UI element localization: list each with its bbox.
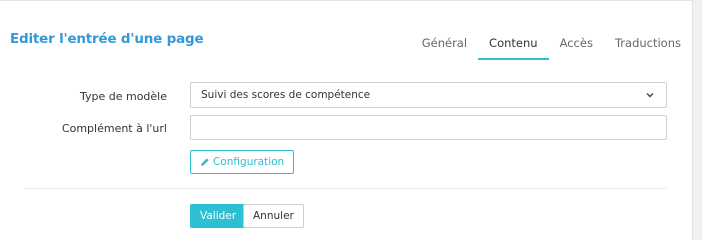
submit-button[interactable]: Valider	[190, 204, 247, 228]
configuration-button-label: Configuration	[213, 156, 285, 168]
content-form: Type de modèle Suivi des scores de compé…	[0, 1, 692, 240]
template-type-select[interactable]: Suivi des scores de compétence	[190, 82, 667, 108]
edit-page-panel: Editer l'entrée d'une page Général Conte…	[0, 0, 693, 240]
chevron-down-icon	[646, 93, 654, 98]
configuration-button[interactable]: Configuration	[190, 150, 295, 174]
cancel-button[interactable]: Annuler	[243, 204, 304, 228]
page-scrollbar[interactable]	[693, 0, 702, 240]
url-complement-label: Complément à l'url	[61, 122, 167, 135]
form-divider	[25, 188, 667, 189]
url-complement-input[interactable]	[190, 115, 667, 140]
template-type-selected-value: Suivi des scores de compétence	[201, 89, 371, 101]
template-type-label: Type de modèle	[79, 90, 167, 103]
pencil-icon	[201, 158, 209, 166]
